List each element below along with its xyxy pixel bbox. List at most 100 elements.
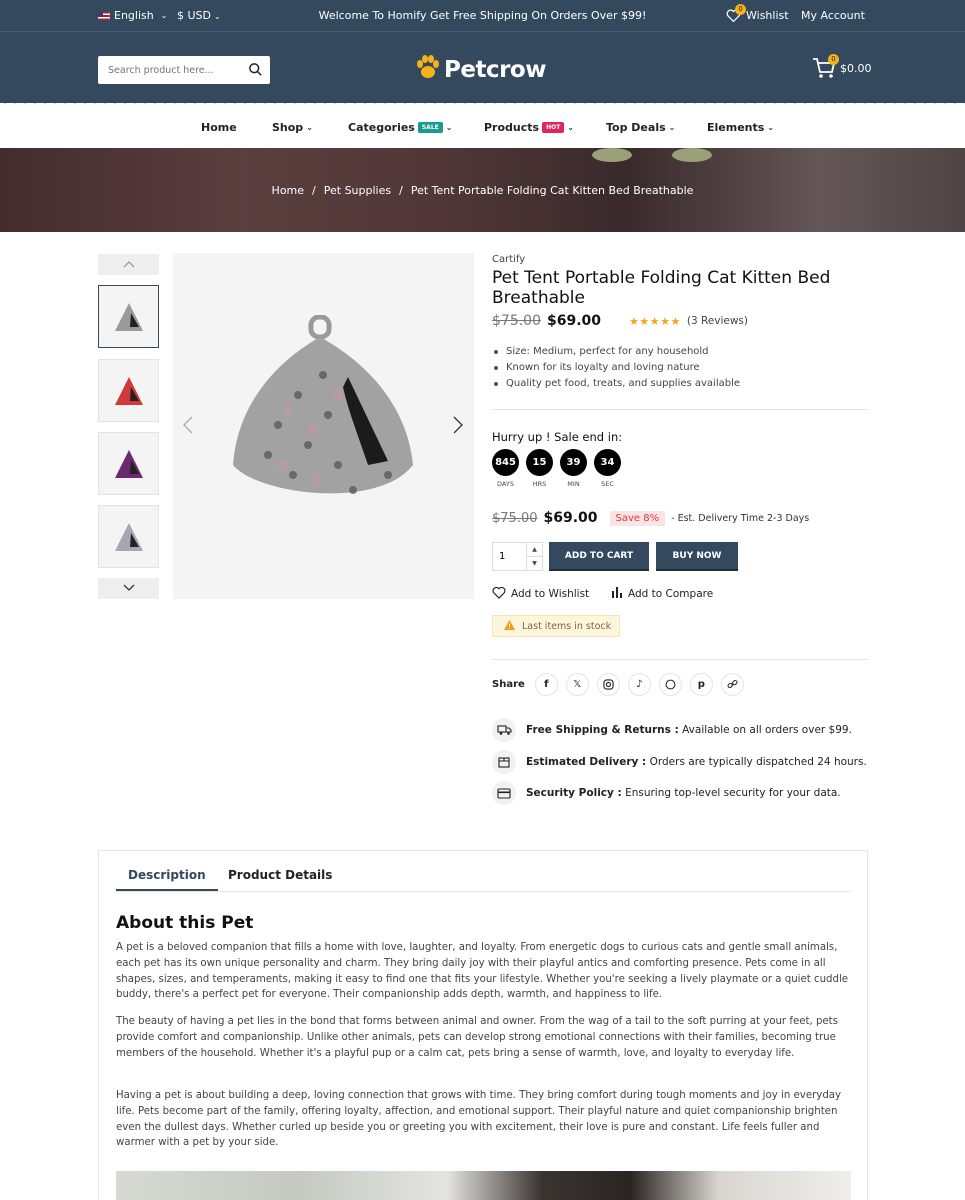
add-to-cart-button[interactable]: ADD TO CART: [549, 542, 649, 571]
product-title: Pet Tent Portable Folding Cat Kitten Bed…: [492, 268, 831, 308]
compare-icon: [611, 586, 623, 601]
cart-count-badge: 0: [828, 54, 839, 65]
policy-title: Estimated Delivery :: [526, 756, 647, 768]
breadcrumb-banner: Home / Pet Supplies / Pet Tent Portable Fold…: [0, 148, 965, 232]
nav-products[interactable]: Products HOT ⌄: [484, 121, 574, 134]
sale-countdown-title: Hurry up ! Sale end in:: [492, 430, 623, 444]
countdown-label: DAYS: [497, 480, 514, 488]
price-row: $75.00 $69.00 ★★★★★ (3 Reviews): [492, 313, 868, 329]
add-to-compare-link[interactable]: Add to Compare: [611, 586, 713, 601]
nav-top-deals[interactable]: Top Deals ⌄: [606, 121, 675, 134]
breadcrumb: Home / Pet Supplies / Pet Tent Portable Fold…: [0, 184, 965, 197]
product-main-image[interactable]: [173, 253, 474, 599]
nav-home[interactable]: Home: [201, 121, 237, 134]
feature-item: Size: Medium, perfect for any household: [492, 344, 868, 360]
chevron-up-icon: [123, 258, 135, 271]
policy-security: Security Policy : Ensuring top-level sec…: [492, 781, 841, 805]
feature-item: Quality pet food, treats, and supplies a…: [492, 376, 868, 392]
cart-total: $0.00: [840, 61, 872, 75]
delivery-note: - Est. Delivery Time 2-3 Days: [671, 512, 810, 524]
breadcrumb-current: Pet Tent Portable Folding Cat Kitten Bed…: [410, 184, 694, 197]
hot-tag: HOT: [542, 122, 565, 133]
whatsapp-icon[interactable]: [658, 673, 682, 696]
countdown-value: 15: [526, 449, 553, 476]
share-label: Share: [492, 679, 525, 690]
chevron-down-icon: ⌄: [668, 123, 676, 132]
tab-description[interactable]: Description: [116, 868, 218, 891]
description-heading: About this Pet: [116, 913, 254, 933]
facebook-icon[interactable]: f: [534, 673, 558, 696]
countdown-label: MIN: [567, 480, 580, 488]
buy-now-button[interactable]: BUY NOW: [656, 542, 738, 571]
product-thumbnail[interactable]: [98, 505, 159, 568]
thumb-scroll-down-button[interactable]: [98, 578, 159, 599]
current-price: $69.00: [543, 510, 598, 526]
product-brand[interactable]: Cartify: [492, 254, 868, 265]
wishlist-label: Add to Wishlist: [511, 588, 590, 600]
tab-product-details[interactable]: Product Details: [228, 868, 332, 889]
chevron-down-icon: ⌄: [567, 123, 574, 132]
product-tabs-panel: Description Product Details About this P…: [98, 850, 868, 1200]
price-summary: $75.00 $69.00 Save 8% - Est. Delivery Ti…: [492, 510, 809, 526]
wishlist-label: Wishlist: [746, 9, 789, 22]
countdown-value: 34: [594, 449, 621, 476]
compare-label: Add to Compare: [628, 587, 714, 600]
thumb-scroll-up-button[interactable]: [98, 254, 159, 275]
countdown-value: 39: [560, 449, 587, 476]
nav-elements[interactable]: Elements ⌄: [707, 121, 774, 134]
review-count[interactable]: (3 Reviews): [687, 315, 748, 327]
sale-tag: SALE: [417, 122, 443, 133]
credit-card-icon: [492, 781, 516, 805]
nav-categories[interactable]: Categories SALE ⌄: [348, 121, 452, 134]
policy-delivery: Estimated Delivery : Orders are typicall…: [492, 750, 867, 774]
breadcrumb-pet-supplies[interactable]: Pet Supplies: [324, 184, 391, 197]
countdown-value: 845: [492, 449, 519, 476]
quantity-increase-icon[interactable]: ▲: [526, 543, 542, 557]
add-to-wishlist-link[interactable]: Add to Wishlist: [492, 586, 589, 602]
policy-text: Ensuring top-level security for your dat…: [625, 787, 841, 799]
nav-label: Shop: [272, 121, 304, 134]
my-account-link[interactable]: My Account: [801, 9, 865, 22]
wishlist-link[interactable]: 0 Wishlist: [726, 4, 789, 23]
policy-text: Orders are typically dispatched 24 hours…: [649, 756, 867, 768]
truck-icon: [492, 718, 516, 742]
countdown-days: 845 DAYS: [492, 449, 519, 488]
main-nav: Home Shop ⌄ Categories SALE ⌄ Products HOT ⌄ …: [0, 108, 965, 148]
copy-link-icon[interactable]: [720, 673, 744, 696]
nav-shop[interactable]: Shop ⌄: [272, 121, 313, 134]
banner-cat-image: [592, 148, 632, 162]
cart-button[interactable]: 0 $0.00: [812, 54, 872, 79]
description-paragraph: A pet is a beloved companion that fills …: [116, 942, 849, 1001]
nav-label: Home: [201, 121, 237, 134]
chevron-down-icon: ⌄: [306, 123, 313, 132]
banner-cat-image: [672, 148, 712, 162]
old-price: $75.00: [492, 510, 538, 526]
description-paragraph: Having a pet is about building a deep, l…: [116, 1090, 842, 1149]
chevron-down-icon: [123, 582, 135, 595]
quantity-input[interactable]: [493, 543, 523, 570]
pinterest-icon[interactable]: p: [689, 673, 713, 696]
site-logo[interactable]: Petcrow: [414, 54, 546, 86]
heart-icon: [492, 586, 506, 602]
x-twitter-icon[interactable]: 𝕏: [565, 673, 589, 696]
product-thumbnail[interactable]: [98, 359, 159, 422]
stock-alert: Last items in stock: [492, 615, 620, 637]
product-thumbnail[interactable]: [98, 285, 159, 348]
breadcrumb-home[interactable]: Home: [272, 184, 304, 197]
header: Petcrow 0 $0.00: [0, 32, 965, 103]
search-input[interactable]: [98, 56, 238, 84]
search-icon[interactable]: [248, 62, 263, 80]
product-thumbnail[interactable]: [98, 432, 159, 495]
countdown-minutes: 39 MIN: [560, 449, 587, 488]
old-price: $75.00: [492, 313, 541, 329]
nav-label: Elements: [707, 121, 765, 134]
prev-image-arrow-icon[interactable]: [183, 416, 193, 439]
nav-label: Categories: [348, 121, 415, 134]
instagram-icon[interactable]: [596, 673, 620, 696]
quantity-decrease-icon[interactable]: ▼: [526, 556, 542, 570]
search-box: [98, 56, 270, 84]
tiktok-icon[interactable]: ♪: [627, 673, 651, 696]
next-image-arrow-icon[interactable]: [453, 416, 463, 439]
stock-text: Last items in stock: [522, 620, 612, 632]
pet-tent-image: [233, 315, 413, 494]
